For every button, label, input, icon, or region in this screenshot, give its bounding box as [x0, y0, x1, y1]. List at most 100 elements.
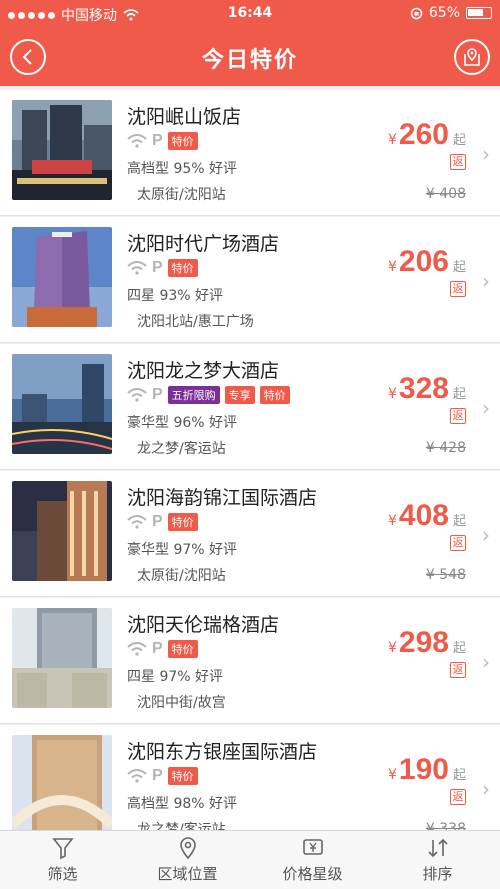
tab-label: 筛选	[47, 865, 78, 883]
parking-icon: P	[152, 640, 163, 657]
hotel-row[interactable]: 沈阳海韵锦江国际酒店 P 特价 豪华型 97% 好评 太原街/沈阳站 ¥ 408…	[0, 471, 500, 597]
nav-bar: 今日特价	[0, 28, 500, 86]
hotel-price: ¥ 206 起	[388, 245, 466, 278]
cashback-badge: 返	[450, 408, 466, 424]
hotel-amenities: P 特价	[127, 640, 198, 658]
hotel-price: ¥ 298 起	[388, 626, 466, 659]
original-price: ¥ 548	[425, 567, 466, 583]
hotel-photo	[12, 354, 112, 454]
wifi-icon	[127, 515, 147, 529]
tag-special-price: 特价	[167, 767, 198, 785]
hotel-location: 太原街/沈阳站	[137, 568, 226, 584]
hotel-name: 沈阳龙之梦大酒店	[127, 360, 280, 382]
wifi-icon	[127, 134, 147, 148]
hotel-name: 沈阳时代广场酒店	[127, 233, 280, 255]
tag-special-price: 特价	[167, 132, 198, 150]
hotel-amenities: P 特价	[127, 259, 198, 277]
hotel-name: 沈阳岷山饭店	[127, 106, 242, 128]
location-pin-icon	[179, 837, 196, 860]
parking-icon: P	[152, 386, 163, 403]
status-right: 65%	[410, 5, 492, 21]
hotel-photo	[12, 100, 112, 200]
cashback-badge: 返	[450, 789, 466, 805]
tag-special-price: 特价	[167, 640, 198, 658]
battery-icon	[466, 7, 492, 19]
hotel-row[interactable]: 沈阳时代广场酒店 P 特价 四星 93% 好评 沈阳北站/惠工广场 ¥ 206 …	[0, 217, 500, 343]
tag-exclusive: 专享	[224, 386, 255, 404]
hotel-list: 沈阳岷山饭店 P 特价 高档型 95% 好评 太原街/沈阳站 ¥ 260 起 返…	[0, 86, 500, 830]
tag-special-price: 特价	[167, 513, 198, 531]
hotel-location: 龙之梦/客运站	[137, 822, 226, 830]
chevron-right-icon: ›	[482, 142, 490, 166]
chevron-right-icon: ›	[482, 396, 490, 420]
tab-sort[interactable]: 排序	[375, 831, 500, 889]
wifi-icon	[127, 388, 147, 402]
hotel-location: 沈阳中街/故宫	[137, 695, 226, 711]
hotel-name: 沈阳海韵锦江国际酒店	[127, 487, 318, 509]
battery-percent: 65%	[428, 5, 460, 21]
original-price: ¥ 408	[425, 186, 466, 202]
hotel-price: ¥ 328 起	[388, 372, 466, 405]
tab-label: 排序	[422, 865, 453, 883]
hotel-rating: 四星 93% 好评	[127, 288, 224, 304]
filter-icon	[51, 838, 74, 860]
chevron-right-icon: ›	[482, 523, 490, 547]
tab-area[interactable]: 区域位置	[125, 831, 250, 889]
price-tag-icon	[302, 839, 323, 855]
tab-label: 价格星级	[282, 865, 343, 883]
hotel-rating: 高档型 95% 好评	[127, 161, 238, 177]
original-price: ¥ 428	[425, 440, 466, 456]
hotel-rating: 豪华型 97% 好评	[127, 542, 238, 558]
hotel-location: 太原街/沈阳站	[137, 187, 226, 203]
hotel-rating: 高档型 98% 好评	[127, 796, 238, 812]
price-amount: 260	[398, 118, 449, 151]
tab-filter[interactable]: 筛选	[0, 831, 125, 889]
hotel-photo	[12, 227, 112, 327]
bottom-tab-bar: 筛选 区域位置 价格星级 排序	[0, 830, 500, 889]
price-amount: 328	[398, 372, 449, 405]
cashback-badge: 返	[450, 281, 466, 297]
tag-half-price: 五折限购	[167, 386, 220, 404]
price-amount: 190	[398, 753, 449, 786]
hotel-row[interactable]: 沈阳天伦瑞格酒店 P 特价 四星 97% 好评 沈阳中街/故宫 ¥ 298 起 …	[0, 598, 500, 724]
wifi-icon	[127, 642, 147, 656]
cashback-badge: 返	[450, 154, 466, 170]
chevron-right-icon: ›	[482, 777, 490, 801]
hotel-price: ¥ 190 起	[388, 753, 466, 786]
hotel-photo	[12, 735, 112, 830]
page-title: 今日特价	[201, 48, 298, 73]
hotel-rating: 豪华型 96% 好评	[127, 415, 238, 431]
sort-icon	[427, 838, 448, 858]
map-button[interactable]	[454, 39, 490, 75]
wifi-icon	[127, 769, 147, 783]
tab-price-star[interactable]: 价格星级	[250, 831, 375, 889]
hotel-photo	[12, 608, 112, 708]
hotel-row[interactable]: 沈阳岷山饭店 P 特价 高档型 95% 好评 太原街/沈阳站 ¥ 260 起 返…	[0, 90, 500, 216]
hotel-rating: 四星 97% 好评	[127, 669, 224, 685]
hotel-amenities: P 五折限购 专享 特价	[127, 386, 290, 404]
parking-icon: P	[152, 259, 163, 276]
original-price: ¥ 338	[425, 821, 466, 830]
tag-special-price: 特价	[167, 259, 198, 277]
status-bar: 中国移动 16:44 65%	[0, 0, 500, 28]
price-amount: 408	[398, 499, 449, 532]
chevron-right-icon: ›	[482, 269, 490, 293]
hotel-location: 龙之梦/客运站	[137, 441, 226, 457]
tag-special-price: 特价	[259, 386, 290, 404]
hotel-row[interactable]: 沈阳龙之梦大酒店 P 五折限购 专享 特价 豪华型 96% 好评 龙之梦/客运站…	[0, 344, 500, 470]
hotel-photo	[12, 481, 112, 581]
cashback-badge: 返	[450, 535, 466, 551]
hotel-name: 沈阳天伦瑞格酒店	[127, 614, 280, 636]
hotel-location: 沈阳北站/惠工广场	[137, 314, 254, 330]
parking-icon: P	[152, 513, 163, 530]
cashback-badge: 返	[450, 662, 466, 678]
rotation-lock-icon	[410, 7, 423, 19]
chevron-right-icon: ›	[482, 650, 490, 674]
map-pin-icon	[464, 48, 480, 66]
hotel-amenities: P 特价	[127, 513, 198, 531]
hotel-price: ¥ 408 起	[388, 499, 466, 532]
tab-label: 区域位置	[157, 865, 218, 883]
price-amount: 298	[398, 626, 449, 659]
hotel-name: 沈阳东方银座国际酒店	[127, 741, 318, 763]
hotel-row[interactable]: 沈阳东方银座国际酒店 P 特价 高档型 98% 好评 龙之梦/客运站 ¥ 190…	[0, 725, 500, 830]
